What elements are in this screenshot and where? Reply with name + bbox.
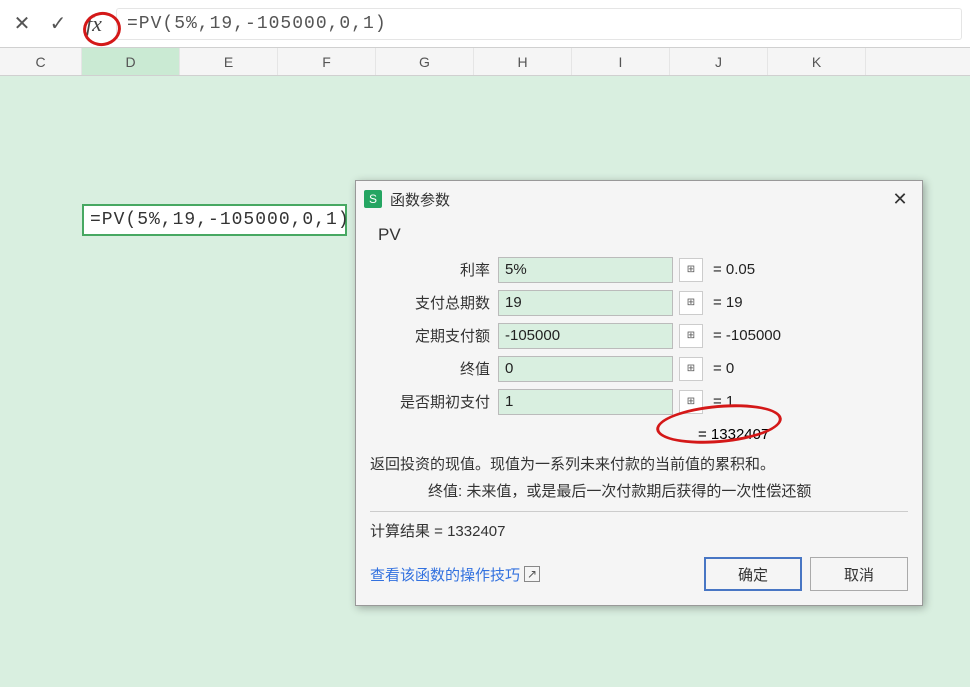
column-header[interactable]: G xyxy=(376,48,474,75)
dialog-titlebar[interactable]: S 函数参数 ✕ xyxy=(356,181,922,217)
param-label: 利率 xyxy=(370,259,498,280)
param-label: 终值 xyxy=(370,358,498,379)
help-link-text: 查看该函数的操作技巧 xyxy=(370,564,520,585)
param-input-nper[interactable] xyxy=(498,290,673,316)
param-description: 终值: 未来值，或是最后一次付款期后获得的一次性偿还额 xyxy=(370,480,908,501)
divider xyxy=(370,511,908,512)
param-result: = 1 xyxy=(713,393,734,410)
active-cell[interactable]: =PV(5%,19,-105000,0,1) xyxy=(82,204,347,236)
param-row: 定期支付额 ⊞ = -105000 xyxy=(370,319,908,352)
column-header-row: C D E F G H I J K xyxy=(0,48,970,76)
dialog-title: 函数参数 xyxy=(390,189,886,210)
formula-input[interactable] xyxy=(116,8,962,40)
column-header[interactable]: J xyxy=(670,48,768,75)
collapse-dialog-icon[interactable]: ⊞ xyxy=(679,291,703,315)
cancel-formula-icon[interactable]: ✕ xyxy=(8,10,36,38)
accept-formula-icon[interactable]: ✓ xyxy=(44,10,72,38)
param-label: 支付总期数 xyxy=(370,292,498,313)
param-input-type[interactable] xyxy=(498,389,673,415)
function-description: 返回投资的现值。现值为一系列未来付款的当前值的累积和。 xyxy=(370,453,908,474)
param-row: 利率 ⊞ = 0.05 xyxy=(370,253,908,286)
param-result: = 0.05 xyxy=(713,261,755,278)
column-header[interactable]: C xyxy=(0,48,82,75)
param-result: = -105000 xyxy=(713,327,781,344)
ok-button[interactable]: 确定 xyxy=(704,557,802,591)
function-name: PV xyxy=(370,225,908,245)
param-row: 终值 ⊞ = 0 xyxy=(370,352,908,385)
column-header[interactable]: D xyxy=(82,48,180,75)
param-input-rate[interactable] xyxy=(498,257,673,283)
collapse-dialog-icon[interactable]: ⊞ xyxy=(679,258,703,282)
param-result: = 0 xyxy=(713,360,734,377)
function-arguments-dialog: S 函数参数 ✕ PV 利率 ⊞ = 0.05 支付总期数 ⊞ = 19 定期支… xyxy=(355,180,923,606)
formula-bar: ✕ ✓ fx xyxy=(0,0,970,48)
param-label: 是否期初支付 xyxy=(370,391,498,412)
column-header[interactable]: F xyxy=(278,48,376,75)
param-result: = 19 xyxy=(713,294,743,311)
interim-result: = 1332407 xyxy=(370,426,908,443)
collapse-dialog-icon[interactable]: ⊞ xyxy=(679,390,703,414)
fx-icon[interactable]: fx xyxy=(80,10,108,38)
external-link-icon: ↗ xyxy=(524,566,540,582)
param-input-pmt[interactable] xyxy=(498,323,673,349)
param-label: 定期支付额 xyxy=(370,325,498,346)
collapse-dialog-icon[interactable]: ⊞ xyxy=(679,324,703,348)
help-link[interactable]: 查看该函数的操作技巧 ↗ xyxy=(370,564,540,585)
collapse-dialog-icon[interactable]: ⊞ xyxy=(679,357,703,381)
column-header[interactable]: H xyxy=(474,48,572,75)
app-icon: S xyxy=(364,190,382,208)
param-row: 是否期初支付 ⊞ = 1 xyxy=(370,385,908,418)
column-header[interactable]: K xyxy=(768,48,866,75)
param-row: 支付总期数 ⊞ = 19 xyxy=(370,286,908,319)
calculation-result: 计算结果 = 1332407 xyxy=(370,520,908,541)
column-header[interactable]: E xyxy=(180,48,278,75)
param-input-fv[interactable] xyxy=(498,356,673,382)
column-header[interactable]: I xyxy=(572,48,670,75)
close-icon[interactable]: ✕ xyxy=(886,185,914,213)
cancel-button[interactable]: 取消 xyxy=(810,557,908,591)
